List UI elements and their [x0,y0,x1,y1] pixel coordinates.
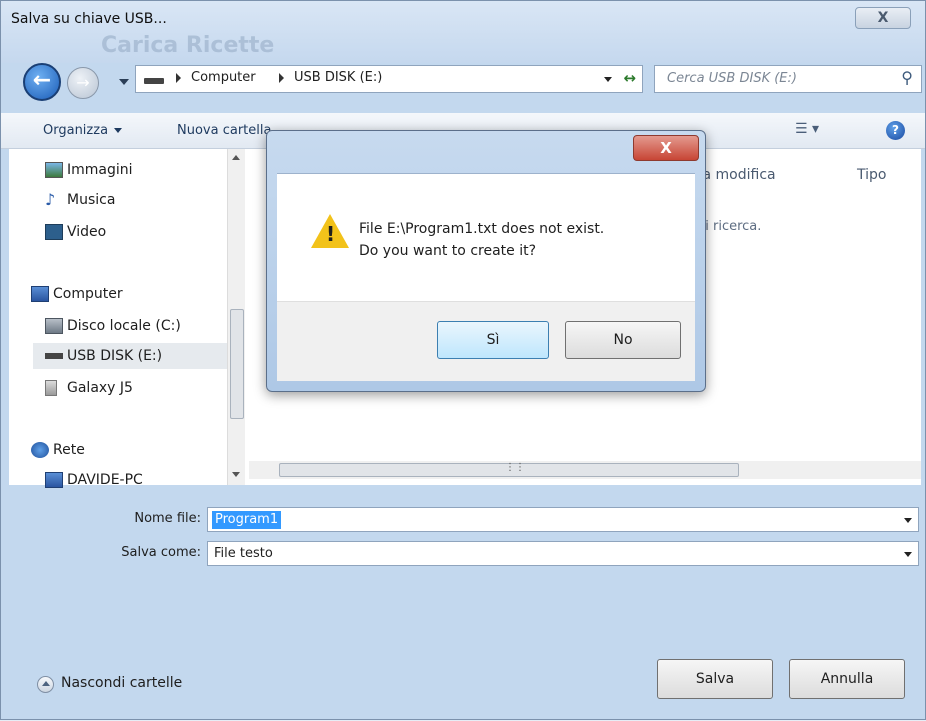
warning-exclamation: ! [326,222,336,246]
save-as-type-label: Salva come: [121,545,201,560]
breadcrumb-separator-icon [279,73,284,83]
network-icon [31,442,49,458]
scrollbar-thumb[interactable]: ⋮⋮ [279,462,739,477]
window-title: Salva su chiave USB... [11,11,167,27]
sidebar-item-label: Computer [53,286,123,302]
modal-close-button[interactable]: X [633,135,699,161]
search-input[interactable]: Cerca USB DISK (E:) ⚲ [654,65,922,93]
save-options: Nome file: Program1 Salva come: File tes… [1,491,925,721]
filename-value[interactable]: Program1 [212,511,282,529]
sidebar-item-label: USB DISK (E:) [67,348,163,364]
scroll-up-icon[interactable] [232,155,240,160]
filename-label: Nome file: [134,511,201,526]
chevron-down-icon[interactable] [904,518,912,523]
column-header-type[interactable]: Tipo [857,167,886,183]
breadcrumb-computer[interactable]: Computer [191,70,256,85]
save-as-type-select[interactable]: File testo [207,541,919,566]
computer-icon [31,286,49,302]
scrollbar-thumb[interactable] [230,309,244,419]
save-as-type-value: File testo [214,546,273,561]
organize-menu[interactable]: Organizza [43,123,123,138]
cancel-button[interactable]: Annulla [789,659,905,699]
sidebar-item-label: Video [67,224,107,240]
new-folder-button[interactable]: Nuova cartella [177,123,271,138]
modal-message: File E:\Program1.txt does not exist. Do … [359,218,604,262]
breadcrumb-usb-disk[interactable]: USB DISK (E:) [294,70,382,85]
hide-folders-label: Nascondi cartelle [61,675,183,691]
address-dropdown-icon[interactable] [604,77,612,82]
drive-icon [144,78,164,84]
sidebar-item-label: Immagini [67,162,133,178]
background-window-title: Carica Ricette [101,33,275,58]
modal-message-line2: Do you want to create it? [359,243,537,259]
modal-message-area: ! File E:\Program1.txt does not exist. D… [277,173,695,301]
save-button[interactable]: Salva [657,659,773,699]
confirm-create-dialog: X ! File E:\Program1.txt does not exist.… [266,130,706,392]
pc-icon [45,472,63,488]
column-header-date-modified[interactable]: ta modifica [697,167,776,183]
refresh-icon[interactable]: ↔ [623,69,636,87]
help-icon[interactable]: ? [886,121,905,140]
empty-folder-message: di ricerca. [697,219,762,234]
phone-icon [45,380,57,396]
sidebar-item-label: DAVIDE-PC [67,472,143,488]
search-placeholder: Cerca USB DISK (E:) [667,71,797,86]
search-icon[interactable]: ⚲ [901,68,913,87]
sidebar-item-usb-disk[interactable]: USB DISK (E:) [33,343,227,369]
sidebar-item-label: Disco locale (C:) [67,318,181,334]
address-bar[interactable]: Computer USB DISK (E:) ↔ [135,65,643,93]
scrollbar-grip-icon: ⋮⋮ [505,462,525,473]
scroll-down-icon[interactable] [232,472,240,477]
chevron-down-icon [114,128,123,133]
recent-pages-chevron-icon[interactable] [119,79,129,85]
back-arrow-icon[interactable]: ← [23,63,61,101]
sidebar-item-label: Galaxy J5 [67,380,133,396]
yes-button[interactable]: Sì [437,321,549,359]
chevron-up-icon [37,676,54,693]
modal-message-line1: File E:\Program1.txt does not exist. [359,221,605,237]
navigation-bar: ← → Computer USB DISK (E:) ↔ Cerca USB D… [1,57,925,101]
usb-drive-icon [45,353,63,359]
forward-arrow-icon[interactable]: → [67,67,99,99]
no-button[interactable]: No [565,321,681,359]
pictures-icon [45,162,63,178]
organize-label: Organizza [43,123,109,138]
sidebar-item-label: Rete [53,442,85,458]
horizontal-scrollbar[interactable]: ⋮⋮ [249,461,921,479]
title-bar: Salva su chiave USB... Carica Ricette X [1,1,925,63]
music-icon: ♪ [45,190,56,209]
breadcrumb-separator-icon [176,73,181,83]
view-options-icon[interactable]: ☰ ▾ [795,121,819,137]
navigation-pane: Immagini ♪ Musica Video Computer Disco l… [9,149,249,488]
local-disk-icon [45,318,63,334]
modal-button-bar: Sì No [277,301,695,381]
navigation-scrollbar[interactable] [227,149,245,485]
video-icon [45,224,63,240]
window-close-button[interactable]: X [855,7,911,29]
chevron-down-icon[interactable] [904,552,912,557]
sidebar-item-label: Musica [67,192,116,208]
filename-field[interactable]: Program1 [207,507,919,532]
